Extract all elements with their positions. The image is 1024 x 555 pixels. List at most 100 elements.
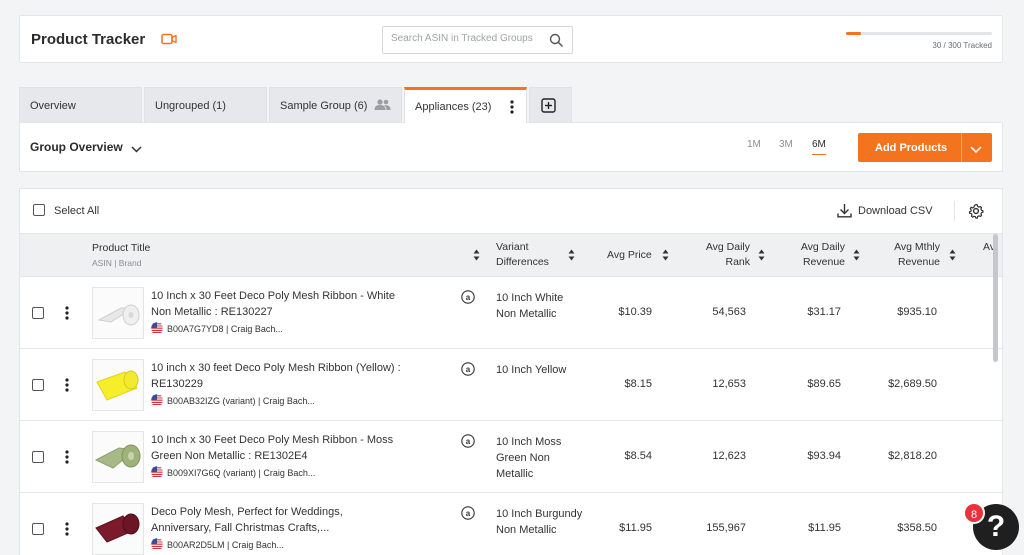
- us-flag-icon: [151, 538, 163, 552]
- sort-icon[interactable]: [758, 249, 765, 264]
- sort-icon[interactable]: [949, 249, 956, 264]
- product-thumbnail[interactable]: [92, 359, 144, 411]
- column-label: Avg Daily: [800, 241, 845, 253]
- asin-brand: B00AR2D5LM | Craig Bach...: [167, 540, 284, 550]
- avg-monthly-revenue: $935.10: [897, 306, 937, 318]
- product-title[interactable]: Deco Poly Mesh, Perfect for Weddings, An…: [151, 504, 401, 536]
- row-menu-icon[interactable]: [64, 521, 70, 540]
- column-avg-rank[interactable]: Avg Daily Rank: [690, 240, 750, 270]
- sort-icon[interactable]: [568, 249, 575, 264]
- tab-sample-group[interactable]: Sample Group (6): [269, 87, 402, 123]
- range-1m[interactable]: 1M: [747, 139, 761, 150]
- svg-text:a: a: [466, 509, 471, 518]
- us-flag-icon: [151, 322, 163, 336]
- product-meta: B00AB32IZG (variant) | Craig Bach...: [151, 394, 315, 408]
- avg-daily-rank: 12,653: [712, 378, 746, 390]
- column-label: Product Title: [92, 242, 151, 254]
- avg-daily-rank: 54,563: [712, 306, 746, 318]
- column-label: Avg Daily: [705, 241, 750, 253]
- product-thumbnail[interactable]: [92, 431, 144, 483]
- column-label: Revenue: [802, 256, 845, 268]
- tracked-progress-bar: [846, 32, 992, 35]
- table-row[interactable]: 10 inch x 30 feet Deco Poly Mesh Ribbon …: [20, 349, 1002, 421]
- add-group-tab[interactable]: [529, 87, 572, 123]
- asin-brand: B009XI7G6Q (variant) | Craig Bach...: [167, 468, 316, 478]
- table-scrollbar[interactable]: [993, 234, 998, 362]
- row-checkbox[interactable]: [32, 451, 44, 463]
- button-divider: [961, 133, 962, 162]
- row-checkbox[interactable]: [32, 379, 44, 391]
- tab-label: Ungrouped (1): [155, 100, 226, 112]
- us-flag-icon: [151, 466, 163, 480]
- download-csv-button[interactable]: Download CSV: [858, 205, 933, 217]
- products-table-card: Select All Download CSV Product Title AS…: [19, 188, 1003, 555]
- column-avg-revenue[interactable]: Avg Daily Revenue: [784, 240, 845, 270]
- product-title[interactable]: 10 Inch x 30 Feet Deco Poly Mesh Ribbon …: [151, 432, 401, 464]
- search-icon[interactable]: [549, 33, 564, 51]
- sort-icon[interactable]: [473, 249, 480, 264]
- avg-monthly-revenue: $2,689.50: [888, 378, 937, 390]
- group-overview-bar: Group Overview 1M 3M 6M Add Products: [19, 122, 1003, 172]
- table-header: Product Title ASIN | Brand Variant Diffe…: [20, 233, 1002, 277]
- column-label: Rank: [725, 256, 750, 268]
- column-label: Variant: [496, 241, 529, 253]
- asin-search[interactable]: [382, 26, 573, 54]
- svg-text:a: a: [466, 293, 471, 302]
- tab-ungrouped[interactable]: Ungrouped (1): [144, 87, 267, 123]
- tab-label: Overview: [30, 100, 76, 112]
- svg-text:a: a: [466, 437, 471, 446]
- gear-icon[interactable]: [968, 203, 984, 222]
- row-menu-icon[interactable]: [64, 305, 70, 324]
- tab-label: Sample Group (6): [280, 100, 368, 112]
- asin-brand: B00A7G7YD8 | Craig Bach...: [167, 324, 283, 334]
- range-6m[interactable]: 6M: [812, 139, 826, 155]
- column-sublabel: ASIN | Brand: [92, 258, 142, 268]
- avg-daily-revenue: $31.17: [807, 306, 841, 318]
- amazon-icon[interactable]: a: [461, 362, 475, 379]
- app-title: Product Tracker: [31, 31, 146, 48]
- chevron-down-icon[interactable]: [131, 142, 142, 156]
- avg-monthly-revenue: $358.50: [897, 522, 937, 534]
- notification-badge: 8: [963, 502, 985, 524]
- avg-daily-revenue: $11.95: [808, 522, 841, 534]
- column-variant[interactable]: Variant Differences: [496, 240, 549, 270]
- group-overview-dropdown[interactable]: Group Overview: [30, 140, 123, 154]
- product-title[interactable]: 10 inch x 30 feet Deco Poly Mesh Ribbon …: [151, 360, 401, 392]
- amazon-icon[interactable]: a: [461, 506, 475, 523]
- column-avg-monthly-revenue[interactable]: Avg Mthly Revenue: [878, 240, 940, 270]
- sort-icon[interactable]: [662, 249, 669, 264]
- avg-daily-rank: 12,623: [712, 450, 746, 462]
- table-row[interactable]: 10 Inch x 30 Feet Deco Poly Mesh Ribbon …: [20, 421, 1002, 493]
- tab-appliances[interactable]: Appliances (23): [404, 87, 527, 123]
- table-row[interactable]: 10 Inch x 30 Feet Deco Poly Mesh Ribbon …: [20, 277, 1002, 349]
- product-thumbnail[interactable]: [92, 503, 144, 555]
- plus-square-icon[interactable]: [541, 98, 556, 116]
- range-3m[interactable]: 3M: [779, 139, 793, 150]
- row-menu-icon[interactable]: [64, 449, 70, 468]
- svg-text:a: a: [466, 365, 471, 374]
- tracked-progress-fill: [846, 32, 861, 35]
- row-checkbox[interactable]: [32, 307, 44, 319]
- column-product-title[interactable]: Product Title ASIN | Brand: [92, 241, 150, 271]
- column-avg-price[interactable]: Avg Price: [607, 248, 652, 263]
- search-input[interactable]: [391, 33, 541, 44]
- header-bar: Product Tracker 30 / 300 Tracked: [19, 15, 1003, 63]
- select-all-checkbox[interactable]: [33, 204, 45, 216]
- tab-overview[interactable]: Overview: [19, 87, 142, 123]
- add-products-button[interactable]: Add Products: [858, 133, 992, 162]
- amazon-icon[interactable]: a: [461, 434, 475, 451]
- avg-price: $10.39: [618, 306, 652, 318]
- toolbar-divider: [954, 201, 955, 221]
- download-icon[interactable]: [837, 203, 852, 221]
- product-thumbnail[interactable]: [92, 287, 144, 339]
- sort-icon[interactable]: [853, 249, 860, 264]
- amazon-icon[interactable]: a: [461, 290, 475, 307]
- table-row[interactable]: Deco Poly Mesh, Perfect for Weddings, An…: [20, 493, 1002, 555]
- row-menu-icon[interactable]: [64, 377, 70, 396]
- video-icon[interactable]: [161, 33, 177, 48]
- row-checkbox[interactable]: [32, 523, 44, 535]
- chevron-down-icon[interactable]: [970, 144, 982, 156]
- table-toolbar: Select All Download CSV: [20, 189, 1002, 233]
- product-title[interactable]: 10 Inch x 30 Feet Deco Poly Mesh Ribbon …: [151, 288, 401, 320]
- tab-menu-icon[interactable]: [509, 99, 515, 118]
